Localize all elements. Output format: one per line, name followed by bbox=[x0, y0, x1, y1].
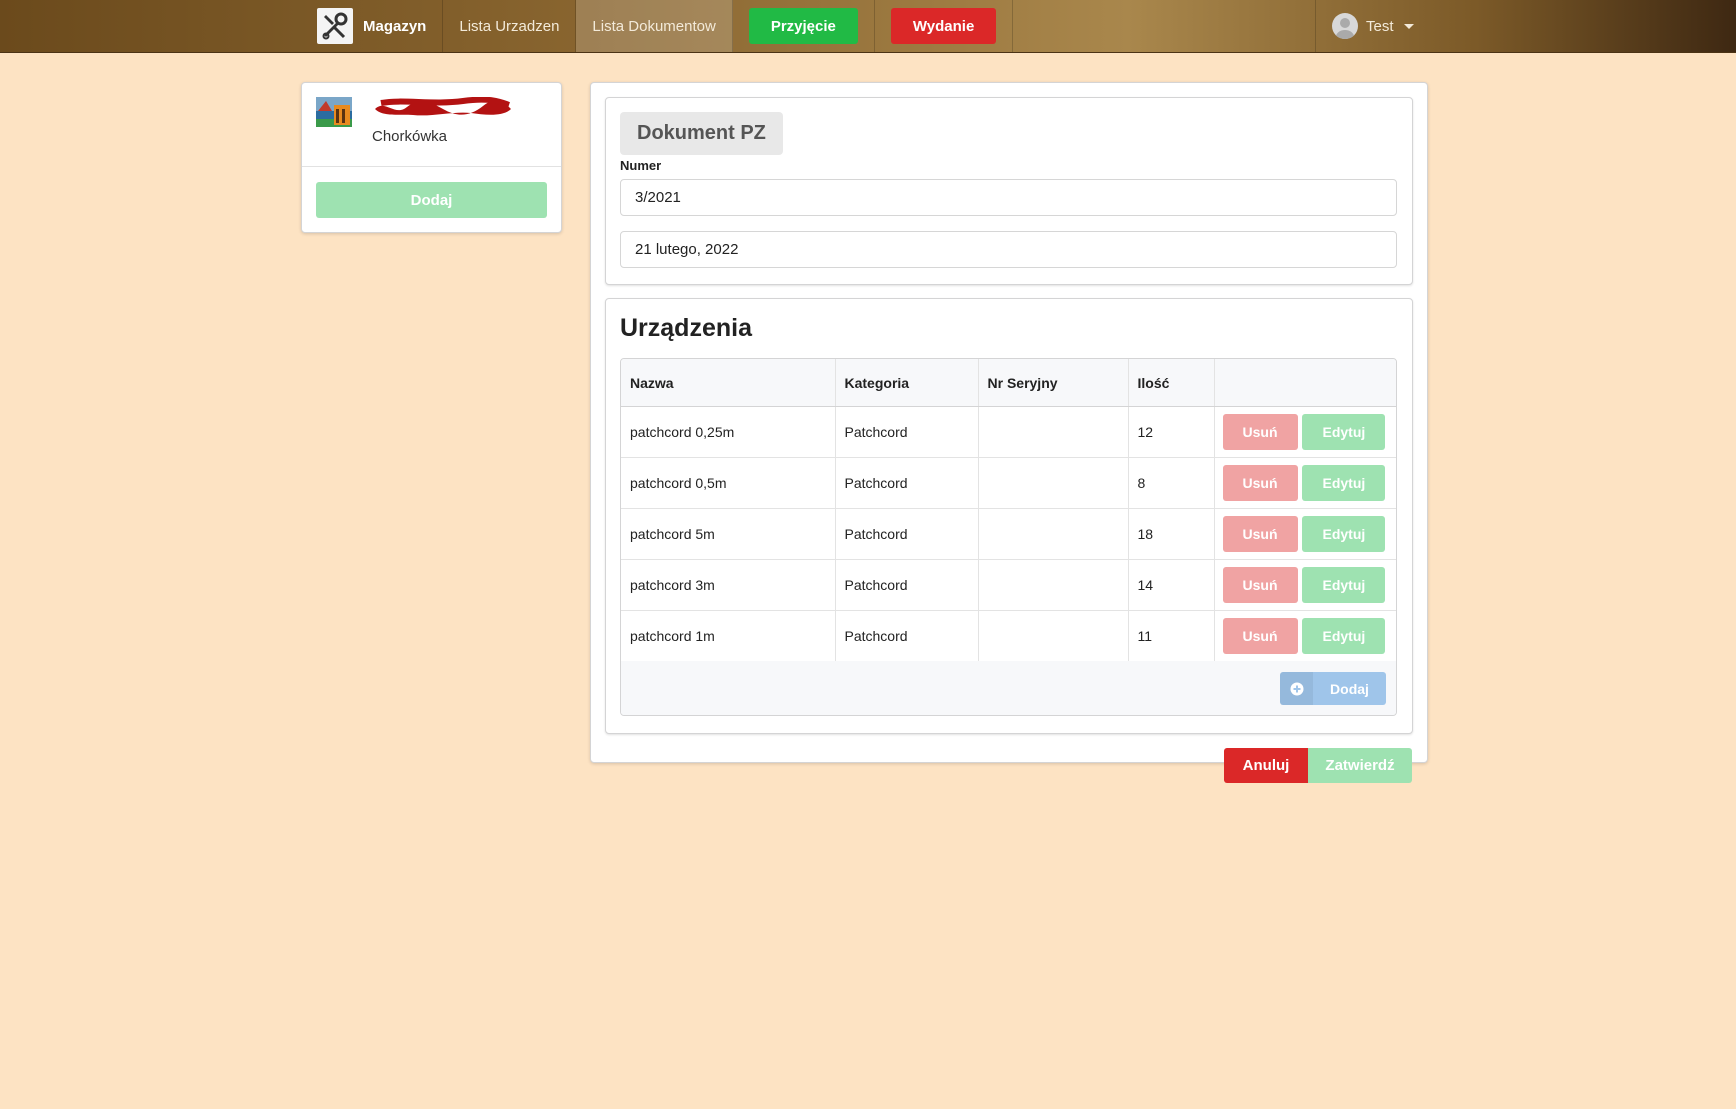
document-type-label: Dokument PZ bbox=[620, 112, 783, 155]
company-logo-icon bbox=[316, 97, 352, 127]
edit-row-button[interactable]: Edytuj bbox=[1302, 414, 1386, 450]
cell-name: patchcord 1m bbox=[621, 610, 836, 662]
avatar-icon bbox=[1332, 13, 1358, 39]
user-menu[interactable]: Test bbox=[1315, 0, 1428, 52]
cell-quantity: 12 bbox=[1128, 406, 1215, 458]
delete-row-button[interactable]: Usuń bbox=[1222, 567, 1298, 603]
number-field-label: Numer bbox=[620, 158, 662, 173]
cell-category: Patchcord bbox=[835, 559, 979, 611]
table-footer: Dodaj bbox=[621, 661, 1396, 715]
cell-name: patchcord 0,5m bbox=[621, 457, 836, 509]
delete-row-button[interactable]: Usuń bbox=[1222, 414, 1298, 450]
company-city: Chorkówka bbox=[372, 128, 448, 145]
chevron-down-icon bbox=[1403, 23, 1414, 29]
cell-name: patchcord 3m bbox=[621, 559, 836, 611]
cell-actions: Usuń Edytuj bbox=[1214, 610, 1396, 662]
cell-serial bbox=[978, 406, 1129, 458]
cell-serial bbox=[978, 457, 1129, 509]
nav-lista-urzadzen[interactable]: Lista Urzadzen bbox=[443, 0, 577, 52]
table-row: patchcord 5m Patchcord 18 Usuń Edytuj bbox=[621, 508, 1396, 560]
cell-name: patchcord 5m bbox=[621, 508, 836, 560]
cell-quantity: 18 bbox=[1128, 508, 1215, 560]
date-field[interactable] bbox=[620, 231, 1397, 268]
devices-table: Nazwa Kategoria Nr Seryjny Ilość patchco… bbox=[620, 358, 1397, 716]
add-company-button[interactable]: Dodaj bbox=[316, 182, 547, 218]
add-device-button[interactable]: Dodaj bbox=[1280, 672, 1386, 705]
company-card-header bbox=[302, 83, 561, 167]
cell-quantity: 8 bbox=[1128, 457, 1215, 509]
company-card: Chorkówka Dodaj bbox=[301, 82, 562, 233]
delete-row-button[interactable]: Usuń bbox=[1222, 465, 1298, 501]
column-header-quantity: Ilość bbox=[1128, 359, 1215, 407]
cell-category: Patchcord bbox=[835, 406, 979, 458]
cell-serial bbox=[978, 610, 1129, 662]
cell-category: Patchcord bbox=[835, 610, 979, 662]
nav-issue-wrap: Wydanie bbox=[875, 0, 1014, 52]
receive-button[interactable]: Przyjęcie bbox=[748, 8, 858, 44]
cell-name: patchcord 0,25m bbox=[621, 406, 836, 458]
plus-circle-icon bbox=[1280, 672, 1313, 705]
cell-actions: Usuń Edytuj bbox=[1214, 559, 1396, 611]
edit-row-button[interactable]: Edytuj bbox=[1302, 465, 1386, 501]
edit-row-button[interactable]: Edytuj bbox=[1302, 618, 1386, 654]
cancel-button[interactable]: Anuluj bbox=[1224, 748, 1308, 783]
column-header-actions bbox=[1214, 359, 1396, 407]
number-field[interactable] bbox=[620, 179, 1397, 216]
column-header-category: Kategoria bbox=[835, 359, 979, 407]
edit-row-button[interactable]: Edytuj bbox=[1302, 516, 1386, 552]
brand-link[interactable]: Magazyn bbox=[308, 0, 444, 52]
column-header-name: Nazwa bbox=[621, 359, 836, 407]
cell-category: Patchcord bbox=[835, 457, 979, 509]
column-header-serial: Nr Seryjny bbox=[978, 359, 1129, 407]
nav-lista-dokumentow[interactable]: Lista Dokumentow bbox=[576, 0, 733, 52]
issue-button[interactable]: Wydanie bbox=[890, 8, 997, 44]
cell-category: Patchcord bbox=[835, 508, 979, 560]
table-row: patchcord 3m Patchcord 14 Usuń Edytuj bbox=[621, 559, 1396, 611]
cell-serial bbox=[978, 559, 1129, 611]
nav-receive-wrap: Przyjęcie bbox=[733, 0, 875, 52]
delete-row-button[interactable]: Usuń bbox=[1222, 516, 1298, 552]
table-row: patchcord 1m Patchcord 11 Usuń Edytuj bbox=[621, 610, 1396, 662]
cell-quantity: 14 bbox=[1128, 559, 1215, 611]
table-row: patchcord 0,5m Patchcord 8 Usuń Edytuj bbox=[621, 457, 1396, 509]
table-row: patchcord 0,25m Patchcord 12 Usuń Edytuj bbox=[621, 406, 1396, 458]
tools-icon bbox=[317, 8, 353, 44]
cell-quantity: 11 bbox=[1128, 610, 1215, 662]
confirm-button[interactable]: Zatwierdź bbox=[1308, 748, 1412, 783]
cell-actions: Usuń Edytuj bbox=[1214, 406, 1396, 458]
edit-row-button[interactable]: Edytuj bbox=[1302, 567, 1386, 603]
redaction-mark bbox=[373, 96, 513, 119]
cell-actions: Usuń Edytuj bbox=[1214, 508, 1396, 560]
add-device-label: Dodaj bbox=[1330, 680, 1369, 697]
user-name: Test bbox=[1366, 17, 1394, 35]
cell-actions: Usuń Edytuj bbox=[1214, 457, 1396, 509]
delete-row-button[interactable]: Usuń bbox=[1222, 618, 1298, 654]
table-header-row: Nazwa Kategoria Nr Seryjny Ilość bbox=[621, 359, 1396, 407]
cell-serial bbox=[978, 508, 1129, 560]
brand-label: Magazyn bbox=[363, 17, 427, 35]
top-navbar: Magazyn Lista Urzadzen Lista Dokumentow … bbox=[0, 0, 1736, 53]
devices-title: Urządzenia bbox=[620, 314, 752, 342]
